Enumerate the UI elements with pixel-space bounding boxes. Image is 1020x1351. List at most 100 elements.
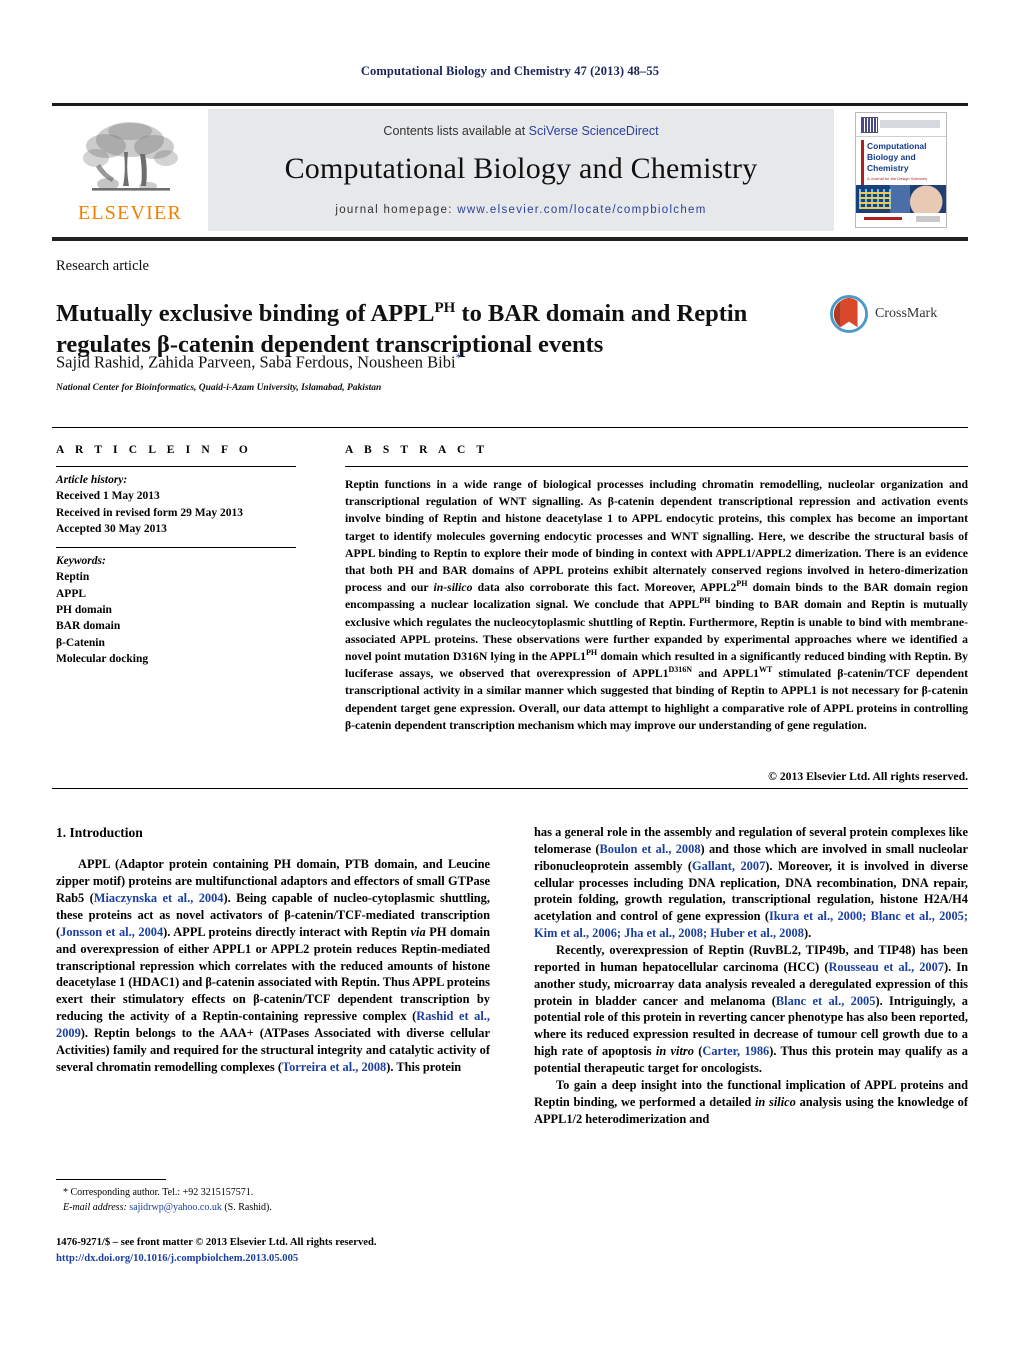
citation-link[interactable]: Rousseau et al., 2007 — [828, 960, 944, 974]
cover-title-line2: Biology and — [867, 152, 916, 162]
contents-prefix: Contents lists available at — [383, 124, 529, 138]
article-history-item: Received 1 May 2013 — [56, 490, 160, 503]
title-superscript-ph: PH — [434, 300, 456, 317]
cover-subtitle: A Journal for the Design Sciences — [867, 176, 928, 181]
cover-publisher-mark — [916, 216, 940, 222]
cover-title-line1: Computational — [867, 141, 927, 151]
abstract-seg-6: and APPL1 — [692, 667, 759, 681]
title-part-1: Mutually exclusive binding of APPL — [56, 300, 435, 328]
journal-title: Computational Biology and Chemistry — [284, 152, 758, 185]
abstract-rule-top — [345, 466, 968, 467]
cover-header-band — [856, 113, 946, 137]
abstract-section-top-rule — [52, 427, 968, 428]
citation-link[interactable]: Blanc et al., 2005 — [776, 994, 876, 1008]
intro-right-seg-4: ). — [803, 926, 812, 941]
article-history-item: Accepted 30 May 2013 — [56, 522, 167, 535]
running-head: Computational Biology and Chemistry 47 (… — [360, 64, 660, 78]
sciencedirect-link[interactable]: SciVerse ScienceDirect — [529, 124, 659, 138]
author-list: Sajid Rashid, Zahida Parveen, Saba Ferdo… — [56, 350, 776, 373]
intro-paragraph: Recently, overexpression of Reptin (RuvB… — [534, 942, 968, 1077]
imprint-block: 1476-9271/$ – see front matter © 2013 El… — [56, 1235, 496, 1267]
abstract-seg-2: data also corroborate this fact. Moreove… — [472, 581, 737, 595]
masthead-bottom-rule — [52, 237, 968, 241]
intro-left-seg-3: ). APPL proteins directly interact with … — [163, 924, 411, 939]
crossmark-badge[interactable]: CrossMark — [830, 288, 970, 340]
journal-cover-thumbnail[interactable]: Computational Biology and Chemistry A Jo… — [855, 112, 947, 228]
journal-article-page: Computational Biology and Chemistry 47 (… — [0, 0, 1020, 1351]
citation-link[interactable]: Carter, 1986 — [702, 1044, 769, 1058]
citation-link[interactable]: Boulon et al., 2008 — [600, 842, 701, 856]
email-suffix: (S. Rashid). — [221, 1201, 272, 1213]
intro-right-italic-in-silico: in silico — [754, 1094, 796, 1109]
section-heading-introduction: 1. Introduction — [56, 825, 143, 840]
keywords-heading: Keywords: — [56, 555, 106, 567]
affiliation: National Center for Bioinformatics, Quai… — [56, 383, 382, 393]
keyword-item: Reptin — [56, 571, 90, 584]
abstract-seg-1: Reptin functions in a wide range of biol… — [345, 478, 968, 595]
article-history-heading: Article history: — [56, 474, 128, 486]
keywords-block: Keywords: Reptin APPL PH domain BAR doma… — [56, 553, 296, 667]
corresponding-author-note: * Corresponding author. Tel.: +92 321515… — [63, 1187, 254, 1198]
cover-title-line3: Chemistry — [867, 163, 909, 173]
article-history-item: Received in revised form 29 May 2013 — [56, 506, 243, 519]
intro-left-column: 1. Introduction APPL (Adaptor protein co… — [56, 824, 490, 1076]
doi-link[interactable]: http://dx.doi.org/10.1016/j.compbiolchem… — [56, 1251, 496, 1267]
email-link[interactable]: sajidrwp@yahoo.co.uk — [129, 1202, 222, 1213]
issn-copyright-line: 1476-9271/$ – see front matter © 2013 El… — [56, 1237, 377, 1248]
body-top-rule — [52, 788, 968, 789]
abstract-heading: A B S T R A C T — [345, 444, 489, 456]
article-type-label: Research article — [56, 258, 149, 274]
cover-red-accent — [861, 140, 864, 186]
intro-paragraph-continued: has a general role in the assembly and r… — [534, 824, 968, 942]
citation-link[interactable]: Miaczynska et al., 2004 — [94, 891, 224, 905]
abstract-text: Reptin functions in a wide range of biol… — [345, 476, 968, 734]
abstract-sup-2: PH — [699, 596, 711, 606]
elsevier-wordmark: ELSEVIER — [77, 201, 183, 224]
abstract-sup-3: PH — [586, 648, 598, 658]
corresponding-author-marker: * — [455, 350, 462, 364]
journal-homepage-line: journal homepage: www.elsevier.com/locat… — [335, 204, 706, 216]
cover-barcode-icon — [861, 117, 878, 133]
crossmark-label: CrossMark — [875, 306, 938, 321]
email-label: E-mail address: — [63, 1201, 127, 1213]
contents-available-line: Contents lists available at SciVerse Sci… — [383, 124, 658, 138]
article-info-rule-top — [56, 466, 296, 467]
intro-paragraph: To gain a deep insight into the function… — [534, 1077, 968, 1128]
footnote-separator-rule — [56, 1179, 166, 1180]
article-history-block: Article history: Received 1 May 2013 Rec… — [56, 472, 296, 537]
citation-link[interactable]: Gallant, 2007 — [692, 859, 765, 873]
abstract-copyright: © 2013 Elsevier Ltd. All rights reserved… — [768, 770, 968, 783]
cover-artwork-dots — [859, 189, 891, 209]
authors-names: Sajid Rashid, Zahida Parveen, Saba Ferdo… — [56, 352, 456, 372]
keyword-item: BAR domain — [56, 620, 121, 633]
intro-right-italic-in-vitro: in vitro — [655, 1044, 694, 1059]
intro-paragraph: APPL (Adaptor protein containing PH doma… — [56, 856, 490, 1075]
cover-footer-band — [856, 213, 946, 227]
elsevier-logo: ELSEVIER — [52, 109, 208, 231]
intro-left-seg-6: ). This protein — [386, 1059, 462, 1074]
crossmark-icon — [830, 295, 868, 333]
abstract-sup-4: D316N — [668, 665, 693, 675]
article-info-rule-middle — [56, 547, 296, 548]
homepage-prefix: journal homepage: — [335, 204, 458, 216]
cover-footer-accent — [864, 217, 902, 220]
abstract-sup-1: PH — [736, 579, 748, 589]
elsevier-tree-icon — [83, 121, 178, 191]
email-note: E-mail address: sajidrwp@yahoo.co.uk (S.… — [56, 1201, 490, 1216]
journal-masthead: ELSEVIER Contents lists available at Sci… — [52, 103, 968, 231]
journal-homepage-link[interactable]: www.elsevier.com/locate/compbiolchem — [457, 204, 706, 216]
journal-banner: Contents lists available at SciVerse Sci… — [208, 109, 834, 231]
intro-right-column: has a general role in the assembly and r… — [534, 824, 968, 1127]
abstract-italic-in-silico: in-silico — [433, 581, 473, 595]
keyword-item: Molecular docking — [56, 652, 149, 665]
article-info-heading: A R T I C L E I N F O — [56, 444, 252, 456]
citation-link[interactable]: Jonsson et al., 2004 — [60, 925, 163, 939]
keyword-item: APPL — [56, 587, 87, 600]
intro-left-italic-via: via — [410, 924, 426, 939]
keyword-item: β-Catenin — [56, 636, 105, 649]
cover-header-bar — [880, 120, 940, 128]
journal-cover-container: Computational Biology and Chemistry A Jo… — [834, 109, 968, 231]
keyword-item: PH domain — [56, 603, 112, 616]
footnote-block: * Corresponding author. Tel.: +92 321515… — [56, 1186, 490, 1215]
citation-link[interactable]: Torreira et al., 2008 — [282, 1060, 386, 1074]
